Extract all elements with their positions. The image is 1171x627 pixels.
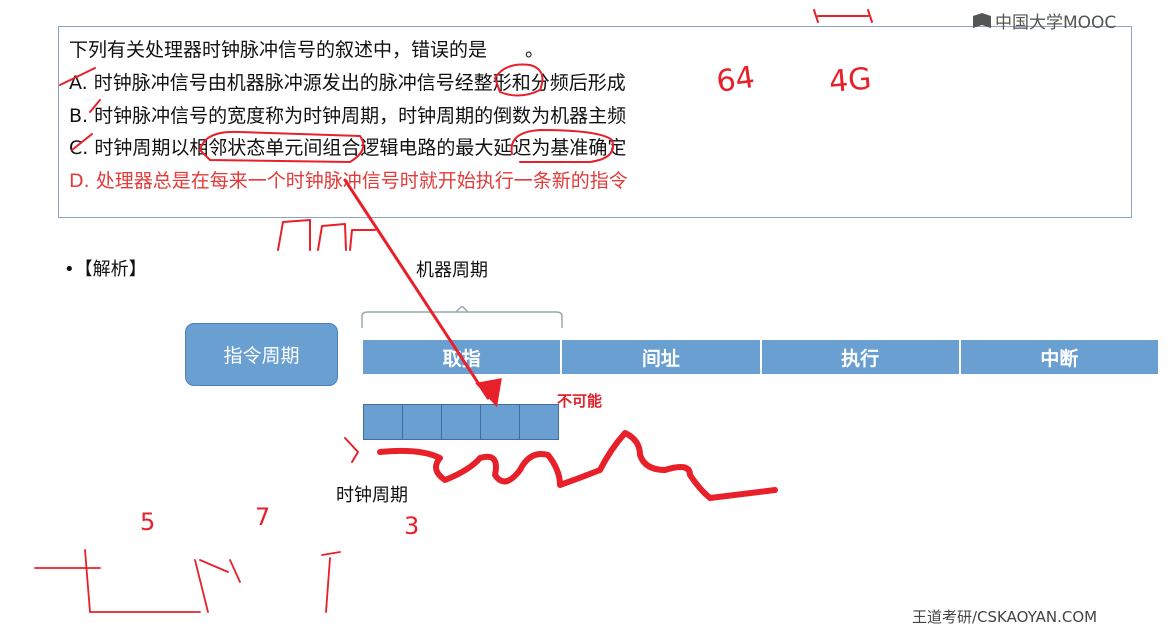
clock-cell	[441, 404, 481, 440]
phase-fetch: 取指	[363, 340, 563, 374]
mooc-logo-icon	[973, 12, 991, 28]
phase-indirect: 间址	[562, 340, 762, 374]
clock-cell	[480, 404, 520, 440]
pulse-sketch	[277, 219, 376, 251]
option-a: A. 时钟脉冲信号由机器脉冲源发出的脉冲信号经整形和分频后形成	[69, 72, 626, 94]
option-d: D. 处理器总是在每来一个时钟脉冲信号时就开始执行一条新的指令	[69, 170, 628, 192]
small-arrow	[344, 437, 359, 463]
wave-scribble	[377, 430, 778, 501]
option-b: B. 时钟脉冲信号的宽度称为时钟周期，时钟周期的倒数为机器主频	[69, 105, 627, 127]
pointer-arrow-head	[475, 378, 502, 408]
clock-cycle-label: 时钟周期	[336, 485, 408, 506]
analysis-label: •【解析】	[64, 259, 147, 280]
top-mark	[813, 9, 873, 23]
annotation-3: 3	[404, 512, 419, 540]
clock-cell	[402, 404, 442, 440]
clock-cycle-row	[363, 404, 559, 440]
annotation-7: 7	[255, 503, 270, 531]
clock-cell	[363, 404, 403, 440]
mooc-watermark: 中国大学MOOC	[972, 8, 1116, 33]
option-c: C. 时钟周期以相邻状态单元间组合逻辑电路的最大延迟为基准确定	[69, 137, 627, 159]
clock-cell	[519, 404, 559, 440]
machine-cycle-label: 机器周期	[416, 260, 488, 281]
footer-site: 王道考研/CSKAOYAN.COM	[912, 608, 1098, 626]
annotation-5: 5	[140, 508, 155, 536]
instruction-cycle-box: 指令周期	[185, 323, 338, 386]
watermark-text: 中国大学MOOC	[995, 13, 1117, 33]
phase-interrupt: 中断	[1040, 347, 1079, 370]
impossible-note: 不可能	[557, 392, 603, 410]
phase-execute: 执行	[762, 340, 961, 374]
machine-cycle-brace	[361, 306, 563, 328]
question-box: 下列有关处理器时钟脉冲信号的叙述中，错误的是 。 A. 时钟脉冲信号由机器脉冲源…	[58, 26, 1132, 218]
phase-bar: 取指 间址 执行 中断	[363, 340, 1158, 374]
question-title: 下列有关处理器时钟脉冲信号的叙述中，错误的是 。	[69, 39, 545, 61]
scribble-bottom-left	[34, 549, 341, 613]
